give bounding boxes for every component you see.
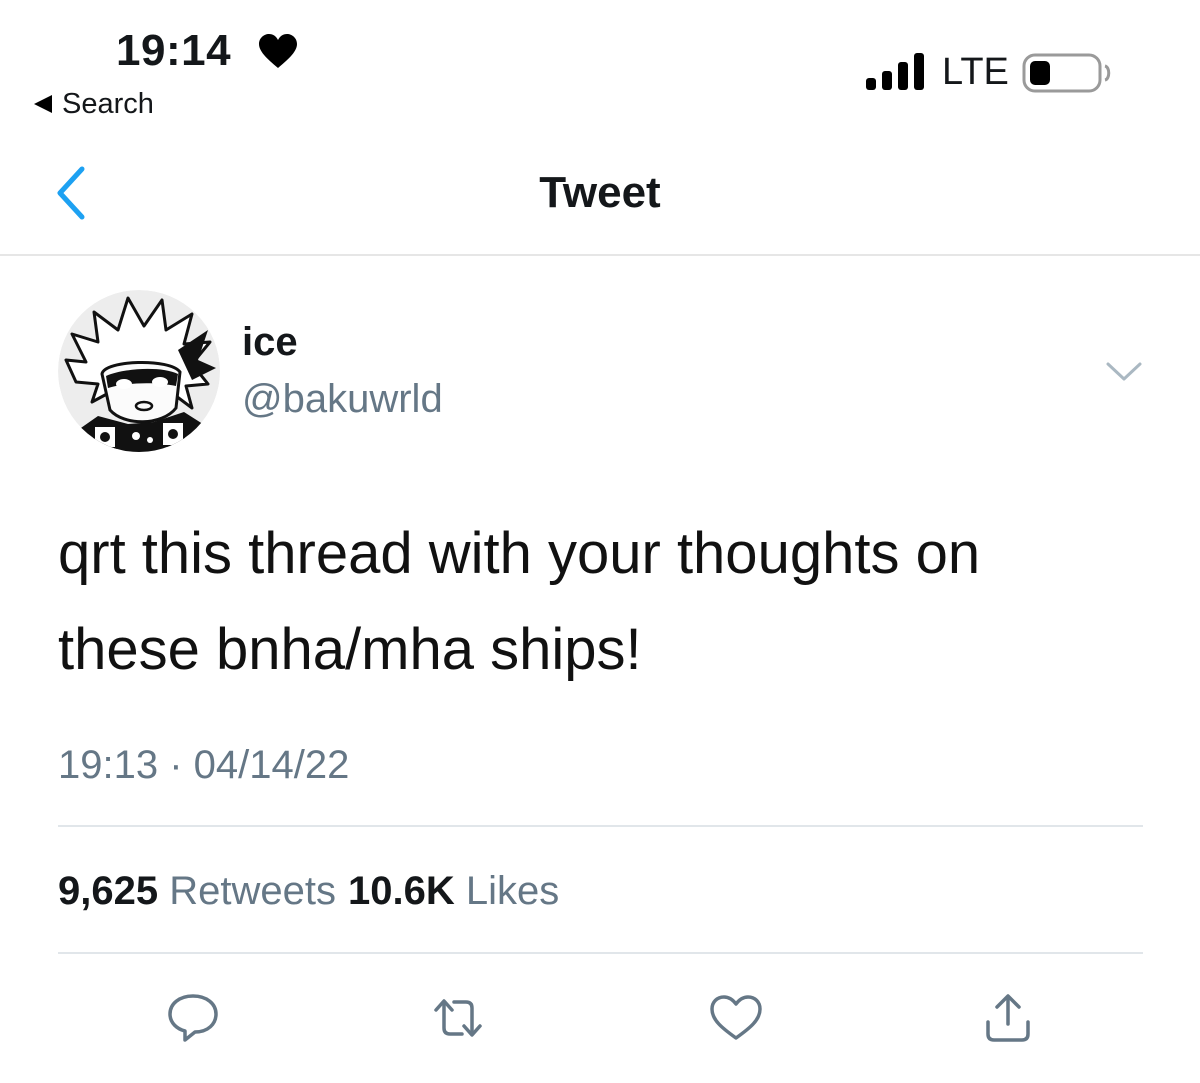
tweet-stats: 9,625 Retweets 10.6K Likes (58, 866, 559, 916)
reply-icon[interactable] (165, 992, 221, 1044)
page-title: Tweet (539, 168, 661, 217)
tweet-text: qrt this thread with your thoughts on th… (58, 506, 1158, 698)
stats-divider-top (58, 825, 1143, 827)
author-display-name[interactable]: ice (242, 318, 298, 366)
back-to-search-button[interactable]: Search (34, 88, 154, 120)
likes-stat[interactable]: 10.6K Likes (348, 866, 559, 916)
status-time: 19:14 (116, 26, 232, 75)
tweet-text-line-2: these bnha/mha ships! (58, 617, 642, 682)
tweet-text-line-1: qrt this thread with your thoughts on (58, 521, 981, 586)
nav-divider (0, 254, 1200, 256)
signal-strength-icon (866, 53, 924, 90)
retweets-stat[interactable]: 9,625 Retweets (58, 866, 336, 916)
heart-icon (259, 34, 297, 68)
share-icon[interactable] (980, 992, 1036, 1044)
network-type-label: LTE (942, 51, 1009, 93)
retweets-label: Retweets (169, 869, 336, 913)
retweet-icon[interactable] (430, 992, 486, 1044)
like-heart-icon[interactable] (708, 992, 764, 1044)
likes-count: 10.6K (347, 869, 455, 913)
battery-icon (1022, 53, 1111, 93)
avatar[interactable] (58, 290, 220, 452)
chevron-down-icon[interactable] (1105, 360, 1143, 384)
back-to-search-label: Search (62, 88, 154, 120)
likes-label: Likes (465, 869, 560, 913)
back-triangle-icon (34, 95, 52, 113)
author-handle[interactable]: @bakuwrld (242, 375, 443, 423)
stats-divider-bottom (58, 952, 1143, 954)
tweet-timestamp: 19:13 · 04/14/22 (58, 743, 350, 787)
retweets-count: 9,625 (58, 869, 159, 913)
